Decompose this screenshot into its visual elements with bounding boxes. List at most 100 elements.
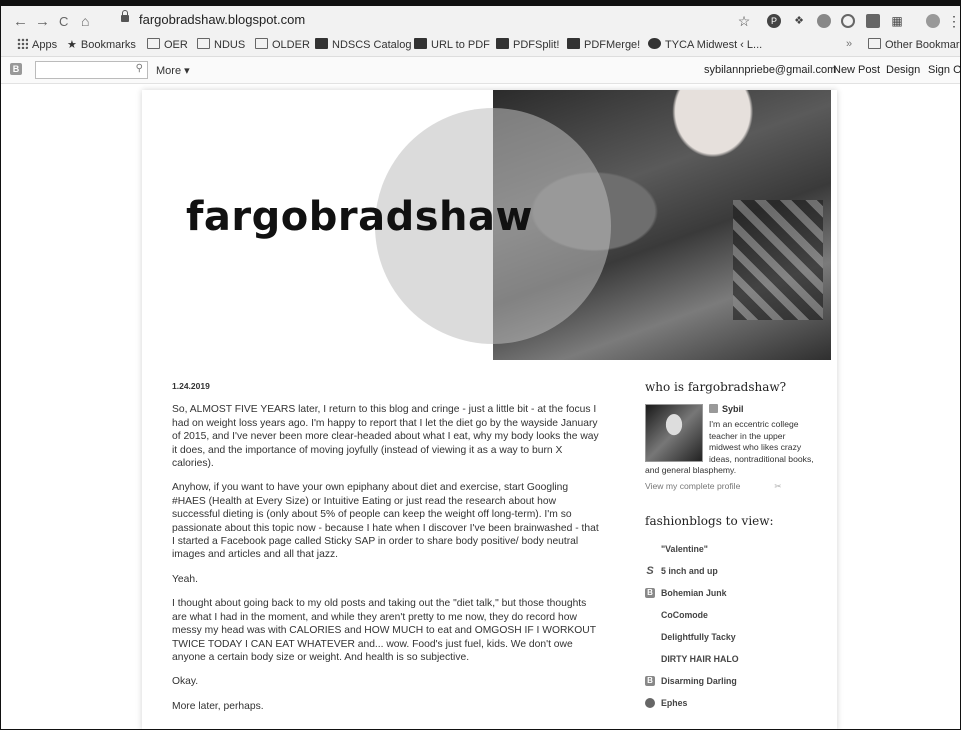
blog-list-link[interactable]: 5 inch and up	[661, 566, 718, 576]
new-post-link[interactable]: New Post	[833, 64, 880, 76]
bookmark-folder-oer[interactable]: OER	[147, 38, 188, 51]
blog-title[interactable]: fargobradshaw	[186, 194, 533, 240]
bookmarks-overflow-chevron[interactable]: »	[846, 38, 852, 50]
bookmark-pdfmerge[interactable]: PDFMerge!	[567, 38, 640, 51]
post-paragraph: So, ALMOST FIVE YEARS later, I return to…	[172, 404, 599, 470]
site-favicon-icon	[648, 38, 661, 49]
view-profile-link[interactable]: View my complete profile ✂	[645, 481, 815, 492]
bookmark-label: URL to PDF	[431, 39, 490, 51]
search-icon[interactable]: ⚲	[136, 63, 143, 74]
address-bar[interactable]: fargobradshaw.blogspot.com	[111, 10, 771, 32]
pinterest-extension-icon[interactable]: P	[767, 14, 781, 28]
photo-pattern	[733, 200, 823, 320]
folder-icon	[255, 38, 268, 49]
extension-grid-icon[interactable]: ▦	[890, 14, 904, 28]
blog-sidebar: who is fargobradshaw? Sybil I'm an eccen…	[645, 380, 815, 714]
bookmark-label: Apps	[32, 39, 58, 51]
bookmark-pdfsplit[interactable]: PDFSplit!	[496, 38, 559, 51]
blog-favicon-icon: S	[646, 564, 654, 577]
post-body: 1.24.2019 So, ALMOST FIVE YEARS later, I…	[172, 380, 602, 724]
blogger-logo-icon[interactable]: B	[10, 63, 22, 75]
blog-favicon-icon	[645, 697, 655, 708]
folder-icon	[868, 38, 881, 49]
blog-list-item[interactable]: B Disarming Darling	[645, 670, 815, 692]
sparkle-icon: ✂	[774, 480, 782, 491]
post-paragraph: More later, perhaps.	[172, 700, 264, 712]
extension-icon[interactable]	[817, 14, 831, 28]
blog-list-link[interactable]: Disarming Darling	[661, 676, 737, 686]
view-profile-text[interactable]: View my complete profile	[645, 481, 740, 491]
bookmark-tyca-midwest[interactable]: TYCA Midwest ‹ L...	[648, 38, 762, 51]
bookmark-label: Bookmarks	[80, 39, 136, 51]
star-icon: ★	[67, 39, 77, 51]
more-menu-button[interactable]: More ▾	[156, 64, 190, 77]
back-button[interactable]: ←	[13, 13, 28, 30]
reload-button[interactable]: C	[59, 14, 68, 29]
blog-list: "Valentine" S 5 inch and up B Bohemian Jun…	[645, 538, 815, 714]
about-heading: who is fargobradshaw?	[645, 380, 787, 394]
bookmark-label: PDFMerge!	[584, 39, 641, 51]
blog-list-link[interactable]: DIRTY HAIR HALO	[661, 654, 739, 664]
site-favicon-icon	[567, 38, 580, 49]
blog-list-link[interactable]: "Valentine"	[661, 544, 708, 554]
bookmark-other-bookmarks[interactable]: Other Bookmarks	[868, 38, 960, 51]
browser-toolbar: ← → C ⌂ fargobradshaw.blogspot.com ☆ P ❖…	[1, 0, 960, 34]
bookmark-label: Other Bookmarks	[885, 39, 960, 51]
bookmark-url-to-pdf[interactable]: URL to PDF	[414, 38, 490, 51]
site-favicon-icon	[315, 38, 328, 49]
bookmark-apps[interactable]: Apps	[17, 38, 57, 51]
profile-widget: Sybil I'm an eccentric college teacher i…	[645, 404, 815, 492]
profile-avatar[interactable]	[645, 404, 703, 462]
blogger-favicon-icon: B	[645, 675, 655, 686]
bookmark-folder-ndus[interactable]: NDUS	[197, 38, 245, 51]
blogger-favicon-icon: B	[645, 587, 655, 598]
blog-list-item[interactable]: B Bohemian Junk	[645, 582, 815, 604]
bookmarks-bar: Apps ★ Bookmarks OER NDUS OLDER NDSCS Cat…	[1, 34, 960, 57]
forward-button[interactable]: →	[35, 13, 50, 30]
blog-list-item[interactable]: DIRTY HAIR HALO	[645, 648, 815, 670]
post-paragraph: Okay.	[172, 676, 199, 688]
blog-list-link[interactable]: CoComode	[661, 610, 708, 620]
home-button[interactable]: ⌂	[81, 13, 89, 29]
bookmark-label: OLDER	[272, 39, 310, 51]
site-favicon-icon	[496, 38, 509, 49]
lock-icon	[121, 10, 129, 22]
blog-list-item[interactable]: Delightfully Tacky	[645, 626, 815, 648]
bookmark-label: NDSCS Catalog	[332, 39, 412, 51]
design-link[interactable]: Design	[886, 64, 920, 76]
bookmark-bookmarks[interactable]: ★ Bookmarks	[67, 38, 136, 51]
bookmark-star-icon[interactable]: ☆	[737, 14, 751, 28]
bookmark-folder-older[interactable]: OLDER	[255, 38, 310, 51]
account-email-link[interactable]: sybilannpriebe@gmail.com	[704, 64, 836, 76]
post-paragraph: I thought about going back to my old pos…	[172, 598, 596, 663]
browser-menu-icon[interactable]: ⋮	[947, 14, 960, 28]
post-paragraph: Anyhow, if you want to have your own epi…	[172, 482, 599, 561]
profile-avatar-icon[interactable]	[926, 14, 940, 28]
dropbox-extension-icon[interactable]: ❖	[792, 14, 806, 28]
blog-list-item[interactable]: Ephes	[645, 692, 815, 714]
site-favicon-icon	[414, 38, 427, 49]
blog-page: fargobradshaw 1.24.2019 So, ALMOST FIVE …	[142, 90, 837, 729]
extension-square-icon[interactable]	[866, 14, 880, 28]
extension-circle-icon[interactable]	[841, 14, 855, 28]
bookmark-label: NDUS	[214, 39, 246, 51]
bookmark-ndscs-catalog[interactable]: NDSCS Catalog	[315, 38, 411, 51]
url-text: fargobradshaw.blogspot.com	[139, 12, 306, 27]
blogger-profile-icon	[709, 404, 718, 413]
bookmark-label: TYCA Midwest ‹ L...	[665, 39, 763, 51]
blog-list-heading: fashionblogs to view:	[645, 513, 774, 528]
blog-header: fargobradshaw	[142, 90, 837, 360]
browser-window: ← → C ⌂ fargobradshaw.blogspot.com ☆ P ❖…	[0, 0, 961, 730]
blog-list-link[interactable]: Delightfully Tacky	[661, 632, 736, 642]
blog-list-item[interactable]: CoComode	[645, 604, 815, 626]
sign-out-link[interactable]: Sign Ou	[928, 64, 960, 76]
folder-icon	[147, 38, 160, 49]
blog-search-input[interactable]: ⚲	[35, 61, 148, 79]
blog-list-item[interactable]: S 5 inch and up	[645, 560, 815, 582]
blogger-navbar: B ⚲ More ▾ sybilannpriebe@gmail.com New …	[1, 57, 960, 84]
post-date: 1.24.2019	[172, 381, 210, 391]
blog-list-item[interactable]: "Valentine"	[645, 538, 815, 560]
blog-list-link[interactable]: Ephes	[661, 698, 687, 708]
blog-list-link[interactable]: Bohemian Junk	[661, 588, 727, 598]
folder-icon	[197, 38, 210, 49]
